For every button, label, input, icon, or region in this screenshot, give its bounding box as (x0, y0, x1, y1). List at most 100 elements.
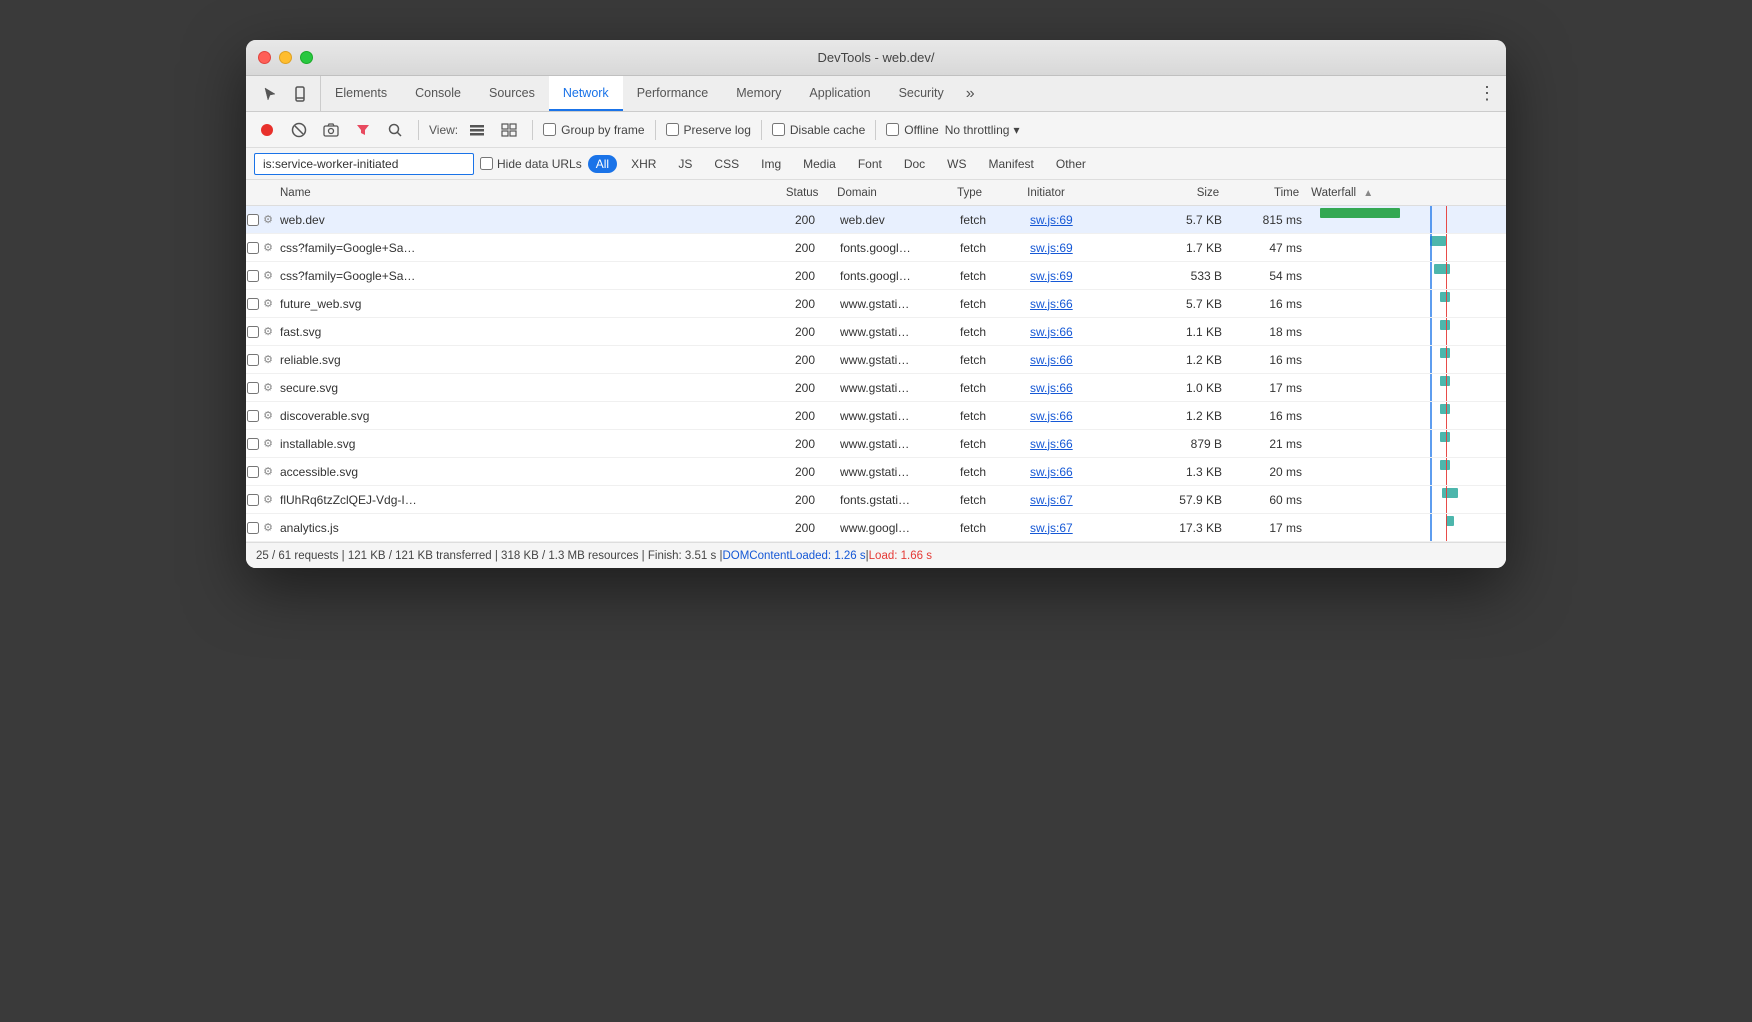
row-name[interactable]: css?family=Google+Sa… (276, 241, 770, 255)
tab-application[interactable]: Application (795, 76, 884, 111)
disable-cache-checkbox[interactable] (772, 123, 785, 136)
table-row[interactable]: ⚙ future_web.svg 200 www.gstati… fetch s… (246, 290, 1506, 318)
tab-console[interactable]: Console (401, 76, 475, 111)
row-initiator[interactable]: sw.js:66 (1030, 465, 1150, 479)
preserve-log-label[interactable]: Preserve log (666, 123, 751, 137)
table-row[interactable]: ⚙ secure.svg 200 www.gstati… fetch sw.js… (246, 374, 1506, 402)
table-row[interactable]: ⚙ fast.svg 200 www.gstati… fetch sw.js:6… (246, 318, 1506, 346)
maximize-button[interactable] (300, 51, 313, 64)
row-checkbox[interactable] (247, 242, 259, 254)
group-by-frame-checkbox[interactable] (543, 123, 556, 136)
header-status[interactable]: Status (767, 187, 837, 199)
tab-performance[interactable]: Performance (623, 76, 723, 111)
table-row[interactable]: ⚙ analytics.js 200 www.googl… fetch sw.j… (246, 514, 1506, 542)
filter-other-button[interactable]: Other (1048, 155, 1094, 173)
row-checkbox[interactable] (247, 494, 259, 506)
table-row[interactable]: ⚙ css?family=Google+Sa… 200 fonts.googl…… (246, 262, 1506, 290)
filter-css-button[interactable]: CSS (706, 155, 747, 173)
row-initiator[interactable]: sw.js:69 (1030, 269, 1150, 283)
cursor-icon[interactable] (258, 82, 282, 106)
row-initiator[interactable]: sw.js:66 (1030, 353, 1150, 367)
record-button[interactable] (254, 117, 280, 143)
row-checkbox[interactable] (247, 354, 259, 366)
row-checkbox[interactable] (247, 438, 259, 450)
row-initiator[interactable]: sw.js:69 (1030, 241, 1150, 255)
offline-checkbox[interactable] (886, 123, 899, 136)
row-checkbox[interactable] (247, 270, 259, 282)
row-name[interactable]: web.dev (276, 213, 770, 227)
header-time[interactable]: Time (1227, 187, 1307, 199)
tab-memory[interactable]: Memory (722, 76, 795, 111)
row-name[interactable]: discoverable.svg (276, 409, 770, 423)
header-initiator[interactable]: Initiator (1027, 187, 1147, 199)
table-row[interactable]: ⚙ accessible.svg 200 www.gstati… fetch s… (246, 458, 1506, 486)
row-initiator[interactable]: sw.js:66 (1030, 381, 1150, 395)
row-name[interactable]: reliable.svg (276, 353, 770, 367)
filter-js-button[interactable]: JS (670, 155, 700, 173)
filter-all-button[interactable]: All (588, 155, 617, 173)
row-name[interactable]: future_web.svg (276, 297, 770, 311)
tab-security[interactable]: Security (885, 76, 958, 111)
table-row[interactable]: ⚙ css?family=Google+Sa… 200 fonts.googl…… (246, 234, 1506, 262)
filter-manifest-button[interactable]: Manifest (981, 155, 1042, 173)
preserve-log-checkbox[interactable] (666, 123, 679, 136)
tab-more-button[interactable]: » (958, 76, 983, 111)
mobile-icon[interactable] (288, 82, 312, 106)
row-name[interactable]: flUhRq6tzZclQEJ-Vdg-I… (276, 493, 770, 507)
header-waterfall[interactable]: Waterfall ▲ (1307, 187, 1506, 199)
hide-data-urls-checkbox[interactable] (480, 157, 493, 170)
offline-label[interactable]: Offline (886, 123, 938, 137)
header-type[interactable]: Type (957, 187, 1027, 199)
header-domain[interactable]: Domain (837, 187, 957, 199)
disable-cache-label[interactable]: Disable cache (772, 123, 865, 137)
row-initiator[interactable]: sw.js:66 (1030, 297, 1150, 311)
row-checkbox[interactable] (247, 214, 259, 226)
capture-screenshot-button[interactable] (318, 117, 344, 143)
tab-sources[interactable]: Sources (475, 76, 549, 111)
filter-doc-button[interactable]: Doc (896, 155, 933, 173)
row-initiator[interactable]: sw.js:66 (1030, 409, 1150, 423)
hide-data-urls-label[interactable]: Hide data URLs (480, 157, 582, 171)
filter-media-button[interactable]: Media (795, 155, 844, 173)
filter-xhr-button[interactable]: XHR (623, 155, 664, 173)
list-view-button[interactable] (464, 117, 490, 143)
header-size[interactable]: Size (1147, 187, 1227, 199)
row-name[interactable]: installable.svg (276, 437, 770, 451)
table-row[interactable]: ⚙ discoverable.svg 200 www.gstati… fetch… (246, 402, 1506, 430)
row-checkbox[interactable] (247, 382, 259, 394)
table-row[interactable]: ⚙ web.dev 200 web.dev fetch sw.js:69 5.7… (246, 206, 1506, 234)
row-name[interactable]: secure.svg (276, 381, 770, 395)
row-name[interactable]: accessible.svg (276, 465, 770, 479)
search-button[interactable] (382, 117, 408, 143)
row-initiator[interactable]: sw.js:67 (1030, 521, 1150, 535)
close-button[interactable] (258, 51, 271, 64)
table-row[interactable]: ⚙ installable.svg 200 www.gstati… fetch … (246, 430, 1506, 458)
tab-network[interactable]: Network (549, 76, 623, 111)
clear-button[interactable] (286, 117, 312, 143)
row-checkbox[interactable] (247, 298, 259, 310)
filter-img-button[interactable]: Img (753, 155, 789, 173)
throttle-select[interactable]: No throttling ▾ (945, 123, 1020, 137)
row-initiator[interactable]: sw.js:67 (1030, 493, 1150, 507)
table-row[interactable]: ⚙ reliable.svg 200 www.gstati… fetch sw.… (246, 346, 1506, 374)
devtools-menu-button[interactable]: ⋮ (1468, 76, 1506, 111)
detail-view-button[interactable] (496, 117, 522, 143)
group-by-frame-label[interactable]: Group by frame (543, 123, 644, 137)
filter-icon[interactable] (350, 117, 376, 143)
tab-elements[interactable]: Elements (321, 76, 401, 111)
row-initiator[interactable]: sw.js:69 (1030, 213, 1150, 227)
row-name[interactable]: analytics.js (276, 521, 770, 535)
row-checkbox[interactable] (247, 410, 259, 422)
row-initiator[interactable]: sw.js:66 (1030, 437, 1150, 451)
row-initiator[interactable]: sw.js:66 (1030, 325, 1150, 339)
filter-ws-button[interactable]: WS (939, 155, 974, 173)
minimize-button[interactable] (279, 51, 292, 64)
filter-input[interactable] (254, 153, 474, 175)
row-checkbox[interactable] (247, 466, 259, 478)
row-checkbox[interactable] (247, 326, 259, 338)
table-row[interactable]: ⚙ flUhRq6tzZclQEJ-Vdg-I… 200 fonts.gstat… (246, 486, 1506, 514)
row-name[interactable]: css?family=Google+Sa… (276, 269, 770, 283)
row-checkbox[interactable] (247, 522, 259, 534)
row-name[interactable]: fast.svg (276, 325, 770, 339)
header-name[interactable]: Name (276, 187, 767, 199)
